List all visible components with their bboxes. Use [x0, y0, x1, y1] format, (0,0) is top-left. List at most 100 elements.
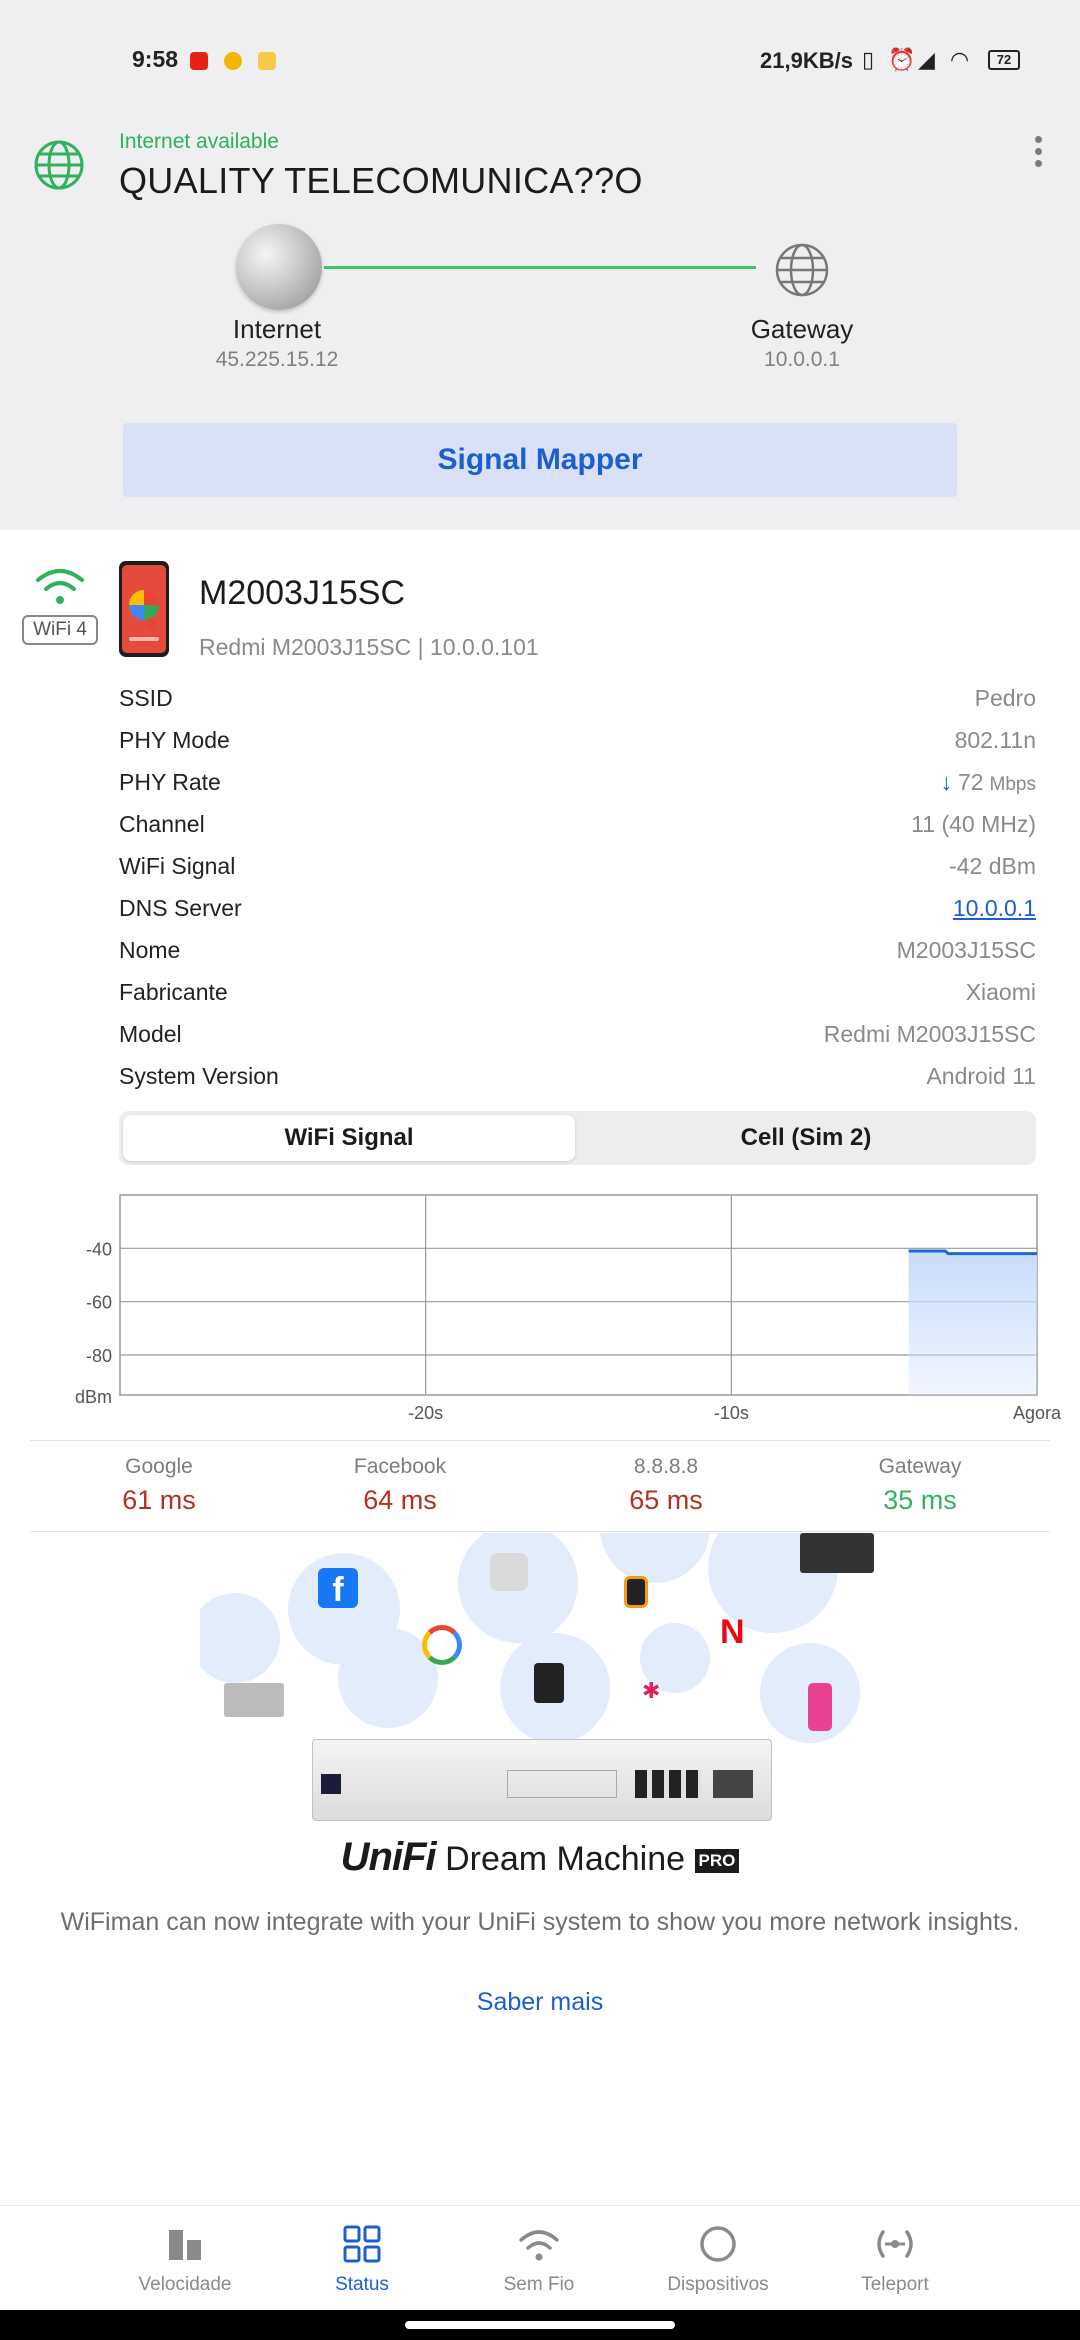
- status-time: 9:58: [132, 46, 179, 72]
- info-value: M2003J15SC: [896, 937, 1036, 963]
- ping-label: 8.8.8.8: [633, 1455, 699, 1478]
- info-row-system-version: System Version Android 11: [119, 1056, 1036, 1098]
- network-header: 9:58 21,9KB/s ▯ ⏰ ◢ ◠ 72 Internet availa…: [0, 0, 1080, 530]
- chrome-notification-icon: [224, 52, 242, 70]
- smart-device-icon: [490, 1553, 528, 1591]
- signal-mapper-button[interactable]: Signal Mapper: [123, 423, 957, 497]
- ping-value: 64 ms: [363, 1485, 437, 1515]
- status-bar: 9:58 21,9KB/s ▯ ⏰ ◢ ◠ 72: [0, 0, 1080, 120]
- y-tick-label: -40: [86, 1239, 112, 1259]
- ping-facebook: Facebook 64 ms: [300, 1455, 500, 1516]
- ping-google: Google 61 ms: [59, 1455, 259, 1516]
- info-label: Model: [119, 1021, 182, 1047]
- tablet-icon: [534, 1663, 564, 1703]
- network-speed: 21,9KB/s: [760, 48, 853, 73]
- grid-icon: [343, 2225, 381, 2263]
- nav-label: Velocidade: [138, 2274, 232, 2295]
- ping-value: 61 ms: [122, 1485, 196, 1515]
- tab-cell-sim2[interactable]: Cell (Sim 2): [580, 1115, 1032, 1161]
- download-arrow-icon: ↓: [940, 769, 952, 795]
- ping-value: 65 ms: [629, 1485, 703, 1515]
- connection-status: Internet available: [119, 130, 279, 153]
- nav-teleport[interactable]: Teleport: [815, 2224, 975, 2296]
- gesture-navigation-bar: [0, 2310, 1080, 2340]
- info-label: WiFi Signal: [119, 853, 236, 879]
- info-value: 72: [957, 769, 984, 795]
- x-tick-label: -10s: [714, 1403, 749, 1423]
- product-name: Dream Machine: [445, 1840, 686, 1878]
- info-row-dns-server: DNS Server 10.0.0.1: [119, 888, 1036, 930]
- slack-logo-icon: ✱: [642, 1678, 661, 1703]
- globe-icon: [34, 140, 84, 190]
- home-gesture-handle[interactable]: [405, 2321, 675, 2329]
- speed-bars-icon: [169, 2230, 201, 2260]
- cell-signal-icon: ◢: [918, 48, 935, 73]
- dns-server-link[interactable]: 10.0.0.1: [953, 895, 1036, 922]
- y-axis-label: dBm: [75, 1387, 112, 1407]
- info-row-channel: Channel 11 (40 MHz): [119, 804, 1036, 846]
- smartwatch-icon: [624, 1576, 648, 1608]
- info-label: SSID: [119, 685, 173, 711]
- x-tick-label: Agora: [1013, 1403, 1062, 1423]
- app-notification-icon: [258, 52, 276, 70]
- ping-label: Google: [125, 1455, 193, 1478]
- device-subtitle: Redmi M2003J15SC | 10.0.0.101: [199, 634, 539, 660]
- tab-wifi-signal[interactable]: WiFi Signal: [123, 1115, 575, 1161]
- ping-dns: 8.8.8.8 65 ms: [566, 1455, 766, 1516]
- dream-machine-device: [312, 1739, 772, 1821]
- info-row-phy-rate: PHY Rate ↓ 72 Mbps: [119, 762, 1036, 804]
- more-options-icon[interactable]: [1028, 136, 1048, 176]
- ping-label: Gateway: [878, 1455, 962, 1478]
- device-info-list: SSID Pedro PHY Mode 802.11n PHY Rate ↓ 72…: [119, 678, 1036, 1098]
- ping-gateway: Gateway 35 ms: [820, 1455, 1020, 1516]
- ping-value: 35 ms: [883, 1485, 957, 1515]
- info-label: System Version: [119, 1063, 279, 1089]
- info-row-wifi-signal: WiFi Signal -42 dBm: [119, 846, 1036, 888]
- y-tick-label: -80: [86, 1346, 112, 1366]
- info-label: PHY Rate: [119, 769, 221, 795]
- unifi-dream-machine-logo: UniFi Dream Machine PRO: [0, 1835, 1080, 1880]
- info-label: Channel: [119, 811, 205, 837]
- bottom-navigation: Velocidade Status Sem Fio Dispositivos T…: [0, 2205, 1080, 2310]
- device-phone-image: [119, 561, 169, 657]
- alarm-icon: ⏰: [888, 48, 916, 73]
- teleport-icon: [877, 2230, 913, 2258]
- learn-more-link[interactable]: Saber mais: [0, 1988, 1080, 2017]
- info-row-nome: Nome M2003J15SC: [119, 930, 1036, 972]
- nav-sem-fio[interactable]: Sem Fio: [459, 2224, 619, 2296]
- info-row-fabricante: Fabricante Xiaomi: [119, 972, 1036, 1014]
- isp-name: QUALITY TELECOMUNICA??O: [119, 160, 643, 201]
- vibrate-icon: ▯: [862, 48, 875, 73]
- internet-ip: 45.225.15.12: [215, 348, 339, 371]
- unifi-promo-illustration: f N ✱: [200, 1533, 890, 1833]
- nav-dispositivos[interactable]: Dispositivos: [638, 2224, 798, 2296]
- internet-label: Internet: [232, 314, 322, 344]
- wifi-signal-icon: [36, 569, 84, 604]
- bubble: [200, 1593, 280, 1683]
- bubble: [600, 1533, 710, 1583]
- laptop-icon: [224, 1683, 284, 1717]
- x-tick-label: -20s: [408, 1403, 443, 1423]
- nav-label: Teleport: [861, 2274, 929, 2295]
- chart-frame: [119, 1194, 1038, 1396]
- battery-icon: 72: [988, 50, 1020, 70]
- ping-label: Facebook: [353, 1455, 447, 1478]
- netflix-logo-icon: N: [720, 1613, 745, 1651]
- nav-label: Status: [335, 2274, 389, 2295]
- gateway-globe-icon: [775, 243, 829, 297]
- chart-area: [908, 1251, 1037, 1395]
- nav-velocidade[interactable]: Velocidade: [105, 2224, 265, 2296]
- wifi-icon: [519, 2230, 559, 2261]
- connection-line: [324, 266, 756, 269]
- info-row-model: Model Redmi M2003J15SC: [119, 1014, 1036, 1056]
- circle-icon: [700, 2226, 736, 2262]
- device-name: M2003J15SC: [199, 574, 406, 612]
- info-label: PHY Mode: [119, 727, 230, 753]
- info-row-phy-mode: PHY Mode 802.11n: [119, 720, 1036, 762]
- promo-description: WiFiman can now integrate with your UniF…: [60, 1908, 1020, 1936]
- internet-earth-icon: [236, 224, 322, 310]
- nav-status[interactable]: Status: [282, 2224, 442, 2296]
- gateway-label: Gateway: [750, 314, 854, 344]
- gateway-ip: 10.0.0.1: [764, 348, 840, 371]
- chart-grid: [119, 1194, 1038, 1396]
